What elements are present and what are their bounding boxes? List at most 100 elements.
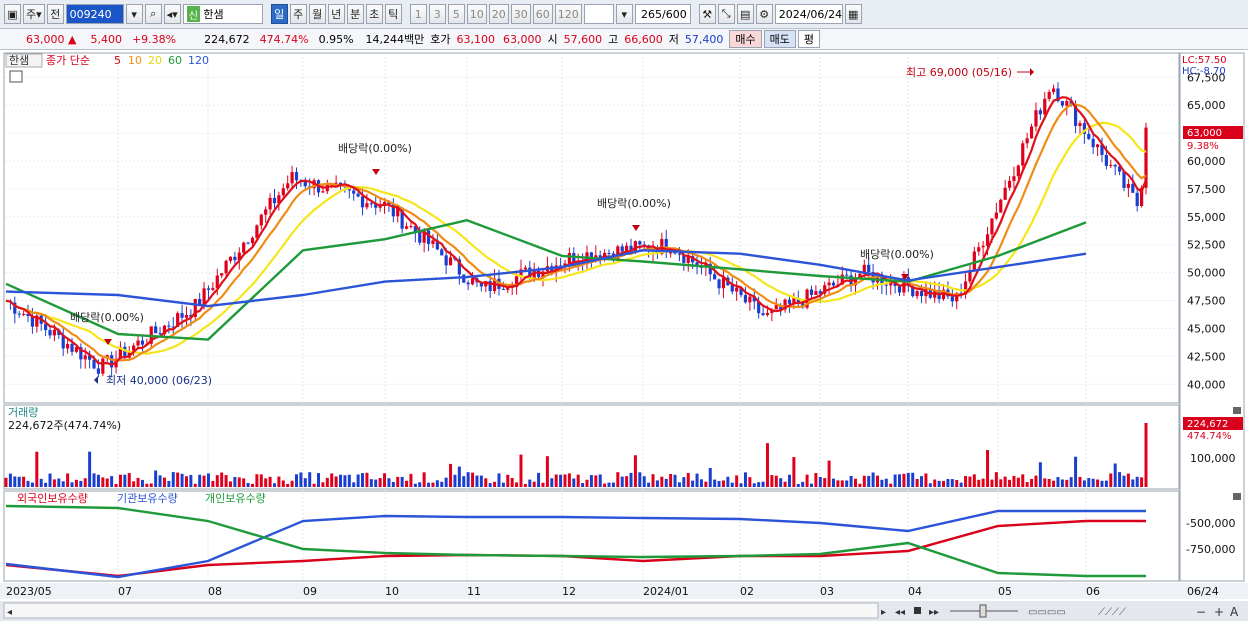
volume-bar	[391, 481, 395, 487]
candle-body	[994, 212, 998, 219]
date-input[interactable]: 2024/06/24	[774, 4, 843, 24]
interval-custom-input[interactable]	[583, 4, 614, 24]
period-month[interactable]: 월	[308, 4, 326, 24]
market-select[interactable]: 주 ▾	[23, 4, 45, 24]
volume-bar	[1140, 477, 1144, 487]
legend-ma120: 120	[188, 54, 209, 67]
candle-body	[352, 190, 356, 194]
volume-bar	[871, 472, 875, 487]
volume-bar	[383, 473, 387, 487]
zoom-in-icon[interactable]: +	[1214, 605, 1224, 619]
stop-icon[interactable]	[914, 607, 921, 614]
volume-bar	[418, 482, 422, 487]
volume-bar	[625, 476, 629, 487]
zoom-slider-handle[interactable]	[979, 604, 987, 618]
interval-60[interactable]: 60	[532, 4, 553, 24]
candle-body	[1047, 92, 1051, 99]
interval-20[interactable]: 20	[488, 4, 509, 24]
holding-axis-1: -500,000	[1186, 517, 1235, 530]
interval-30[interactable]: 30	[510, 4, 531, 24]
scroll-right-icon[interactable]: ▸	[881, 607, 886, 618]
chart-type-icon[interactable]: ⚒	[698, 4, 716, 24]
candle-body	[1043, 98, 1047, 115]
volume-bar	[497, 473, 501, 487]
play-forward-icon[interactable]: ▸▸	[929, 607, 939, 618]
volume-bar	[629, 472, 633, 487]
volume-bar	[118, 474, 122, 487]
window-icon[interactable]: ▣	[4, 4, 21, 24]
volume-bar	[74, 479, 78, 487]
volume-bar	[783, 481, 787, 487]
volume-bar	[57, 478, 61, 487]
legend-ma5: 5	[114, 54, 121, 67]
calendar-icon[interactable]: ▦	[844, 4, 862, 24]
legend-ma10: 10	[128, 54, 142, 67]
hoga-ask: 63,100	[456, 32, 496, 46]
interval-5[interactable]: 5	[447, 4, 465, 24]
table-toggle-icon[interactable]	[9, 70, 23, 83]
average-button[interactable]: 평	[797, 30, 821, 48]
settings-gear-icon[interactable]: ⚙	[755, 4, 773, 24]
play-back-icon[interactable]: ◂◂	[895, 607, 905, 618]
volume-panel-close-icon[interactable]	[1233, 407, 1241, 414]
horizontal-scrollbar[interactable]	[3, 602, 879, 619]
interval-120[interactable]: 120	[554, 4, 582, 24]
period-week[interactable]: 주	[289, 4, 307, 24]
volume-bar	[990, 479, 994, 487]
interval-3[interactable]: 3	[428, 4, 446, 24]
period-day[interactable]: 일	[270, 4, 288, 24]
volume-current-pct: 474.74%	[1187, 431, 1232, 442]
draw-tool-icon[interactable]: ⤡	[717, 4, 735, 24]
candle-body	[915, 291, 919, 297]
volume-bar	[708, 468, 712, 487]
candle-body	[1126, 184, 1130, 188]
buy-button[interactable]: 매수	[729, 30, 762, 48]
speaker-icon[interactable]: ◂▾	[163, 4, 181, 24]
volume-bar	[818, 477, 822, 487]
font-size-icon[interactable]: A	[1230, 605, 1239, 619]
period-year[interactable]: 년	[327, 4, 345, 24]
candle-body	[1025, 138, 1029, 144]
holding-panel-close-icon[interactable]	[1233, 493, 1241, 500]
candle-body	[365, 203, 369, 208]
drawing-tools-icons[interactable]: ⟋⟋⟋⟋	[1098, 607, 1126, 618]
layout-icons[interactable]: ▭▭▭▭	[1028, 607, 1066, 618]
volume-bar	[805, 474, 809, 487]
candle-body	[17, 313, 21, 315]
interval-10[interactable]: 10	[466, 4, 487, 24]
interval-1[interactable]: 1	[409, 4, 427, 24]
sell-button[interactable]: 매도	[763, 30, 796, 48]
prev-button[interactable]: 전	[46, 4, 64, 24]
volume-bar	[1060, 479, 1064, 487]
interval-dropdown-icon[interactable]: ▾	[615, 4, 633, 24]
candle-body	[264, 209, 268, 215]
volume-bar	[52, 479, 56, 487]
volume-bar	[140, 479, 144, 487]
candle-body	[1012, 176, 1016, 181]
stock-code-input[interactable]: 009240	[65, 4, 124, 24]
volume-bar	[295, 474, 299, 487]
volume-bar	[145, 483, 149, 487]
candle-body	[884, 284, 888, 286]
count-field[interactable]: 265/600	[634, 4, 691, 24]
stock-name-field[interactable]: 신 한샘	[182, 4, 263, 24]
holding-foreign-label: 외국인보유수량	[17, 492, 88, 505]
scroll-left-icon[interactable]: ◂	[7, 607, 12, 618]
volume-bar	[655, 480, 659, 487]
zoom-out-icon[interactable]: −	[1196, 605, 1206, 619]
volume-bar	[950, 479, 954, 487]
stock-chart[interactable]: 67,50065,00062,50060,00057,50055,00052,5…	[0, 51, 1248, 621]
volume-bar	[361, 473, 365, 487]
legend-ma-label: 종가 단순	[46, 54, 90, 67]
period-tick[interactable]: 틱	[384, 4, 402, 24]
volume-title: 거래량	[8, 406, 38, 419]
period-minute[interactable]: 분	[346, 4, 364, 24]
period-second[interactable]: 초	[365, 4, 383, 24]
search-icon[interactable]: ⌕	[144, 4, 162, 24]
code-dropdown-icon[interactable]: ▾	[125, 4, 143, 24]
volume-bar	[154, 470, 158, 487]
save-icon[interactable]: ▤	[736, 4, 754, 24]
volume-bar	[920, 476, 924, 487]
high-annotation: 최고 69,000 (05/16)	[906, 66, 1012, 79]
volume-bar	[444, 477, 448, 487]
